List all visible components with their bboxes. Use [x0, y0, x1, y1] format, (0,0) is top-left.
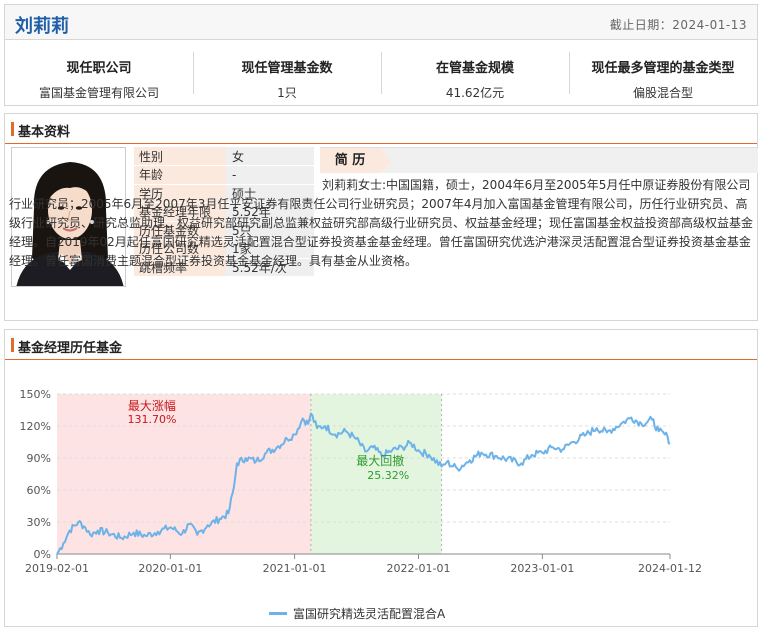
- chart-legend[interactable]: 富国研究精选灵活配置混合A: [269, 605, 445, 622]
- basic-info-panel: 基本资料 性别 女 年龄 - 学历 硕士 基金经理年限 5.52年 历任基金数 …: [4, 113, 758, 321]
- summary-fund-type: 现任最多管理的基金类型 偏股混合型: [569, 40, 757, 105]
- max-rise-value: 131.70%: [127, 413, 176, 426]
- header-accent-bar: [11, 338, 14, 352]
- summary-title: 现任职公司: [66, 61, 132, 76]
- panel-header: 基金经理历任基金: [5, 330, 757, 360]
- panel-header: 基本资料: [5, 114, 757, 144]
- as-of-date: 截止日期：2024-01-13: [609, 18, 747, 32]
- x-tick-label: 2024-01-12: [638, 562, 702, 575]
- summary-title: 现任最多管理的基金类型: [591, 61, 735, 76]
- summary-value: 富国基金管理有限公司: [38, 86, 159, 100]
- performance-chart: 0% 30% 60% 90% 120% 150% 2019-02-01 2020-01-01 2…: [20, 388, 702, 575]
- bio-tab: 简 历: [320, 148, 392, 173]
- fund-history-panel: 基金经理历任基金 0% 30% 60% 90% 120% 150% 2019-02-01 20…: [4, 329, 758, 627]
- summary-value: 41.62亿元: [445, 86, 505, 100]
- x-tick-label: 2023-01-01: [510, 562, 574, 575]
- bio-text: 刘莉莉女士:中国国籍，硕士，2004年6月至2005年5月任中原证券股份有限公司…: [9, 178, 754, 268]
- section-title: 基本资料: [18, 125, 71, 140]
- y-tick-label: 90%: [27, 452, 51, 465]
- manager-name: 刘莉莉: [15, 16, 69, 37]
- max-drawdown-value: 25.32%: [367, 469, 409, 482]
- summary-company: 现任职公司 富国基金管理有限公司: [5, 40, 193, 105]
- x-tick-label: 2019-02-01: [25, 562, 89, 575]
- summary-aum: 在管基金规模 41.62亿元: [381, 40, 569, 105]
- summary-value: 1只: [277, 86, 297, 100]
- info-label: 性别: [134, 147, 226, 166]
- legend-label: 富国研究精选灵活配置混合A: [293, 607, 446, 621]
- manager-header: 刘莉莉 截止日期：2024-01-13: [4, 4, 758, 40]
- info-row-gender: 性别 女: [134, 147, 314, 166]
- summary-title: 在管基金规模: [435, 61, 514, 76]
- y-tick-label: 150%: [20, 388, 51, 401]
- x-tick-label: 2021-01-01: [263, 562, 327, 575]
- section-title: 基金经理历任基金: [18, 341, 123, 356]
- y-tick-label: 30%: [27, 516, 51, 529]
- header-accent-bar: [11, 122, 14, 136]
- summary-value: 偏股混合型: [632, 86, 693, 100]
- y-tick-label: 60%: [27, 484, 51, 497]
- x-tick-label: 2022-01-01: [387, 562, 451, 575]
- legend-line-swatch: [269, 612, 287, 615]
- info-value: 女: [226, 147, 314, 166]
- y-tick-label: 120%: [20, 420, 51, 433]
- summary-title: 现任管理基金数: [241, 61, 333, 76]
- max-drawdown-label: 最大回撤: [356, 453, 404, 468]
- y-tick-label: 0%: [34, 548, 51, 561]
- bio-header: 简 历: [320, 147, 758, 173]
- summary-fund-count: 现任管理基金数 1只: [193, 40, 381, 105]
- x-tick-label: 2020-01-01: [138, 562, 202, 575]
- summary-bar: 现任职公司 富国基金管理有限公司 现任管理基金数 1只 在管基金规模 41.62…: [4, 40, 758, 106]
- max-rise-label: 最大涨幅: [128, 398, 176, 413]
